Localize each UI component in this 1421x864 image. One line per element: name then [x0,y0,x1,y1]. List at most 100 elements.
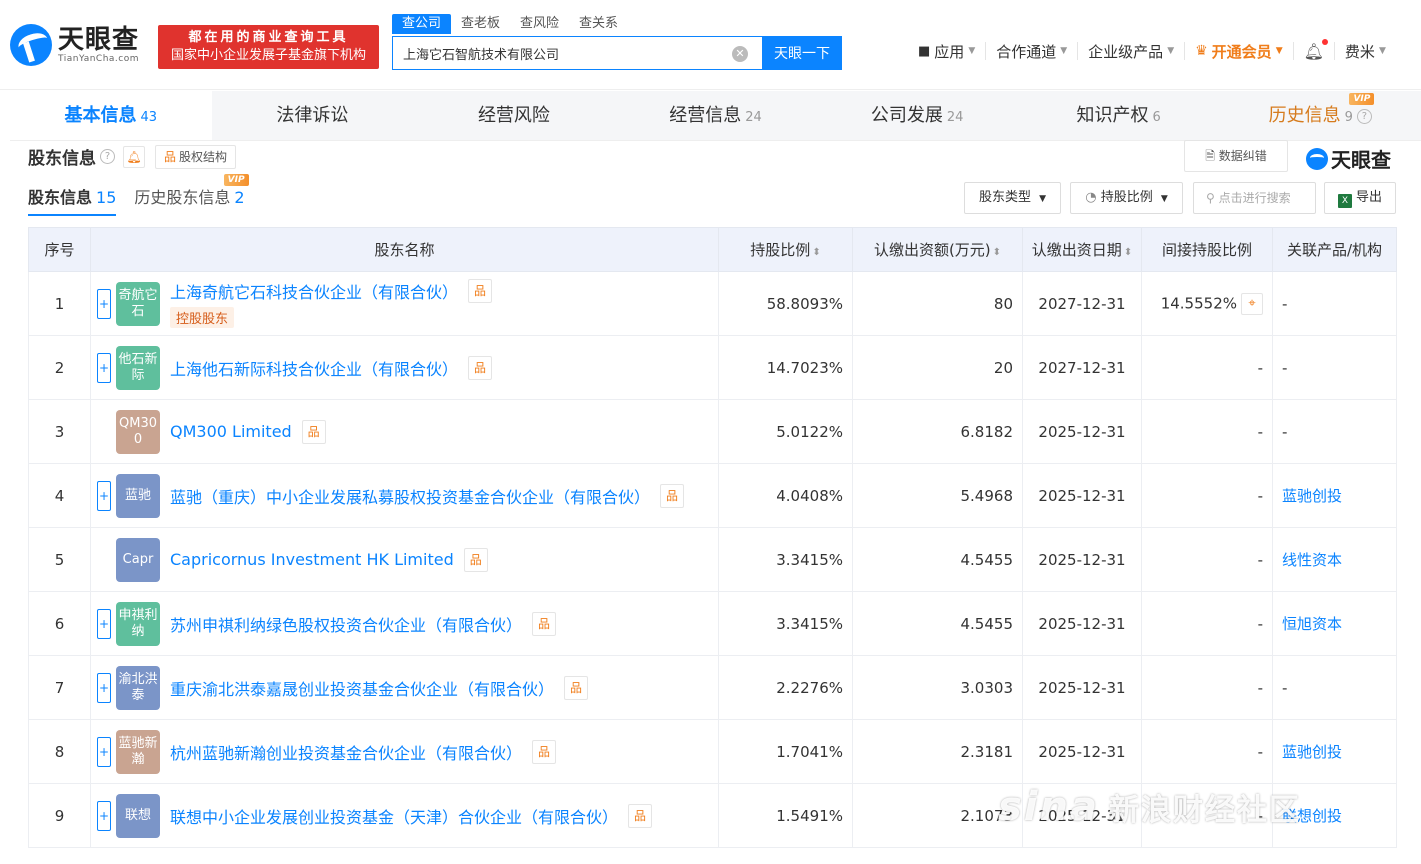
equity-structure-button[interactable]: 品股权结构 [155,144,237,169]
search-tab-relation[interactable]: 查关系 [569,14,628,34]
related-org-label[interactable]: 蓝驰创投 [1282,743,1342,761]
subtab-shareholders[interactable]: 股东信息 15 [28,184,117,216]
org-chart-icon[interactable]: 品 [532,739,557,764]
indirect-ratio: 14.5552% ⌖ [1141,271,1273,336]
org-chart-icon[interactable]: 品 [660,483,685,508]
col-ratio[interactable]: 持股比例 [718,227,853,272]
subtab-history-shareholders[interactable]: 历史股东信息 2 VIP [134,174,249,216]
nav-apps[interactable]: ■ 应用 ▼ [908,42,987,61]
notification-dot [1321,38,1328,45]
share-ratio: 3.3415% [718,591,853,656]
tab-count: 6 [1152,110,1161,125]
table-search-input[interactable]: ⚲ 点击进行搜索 [1193,182,1316,214]
vip-badge: VIP [1349,93,1375,105]
search-button[interactable]: 天眼一下 [762,36,842,70]
table-row: 3 + QM300 QM300 Limited 品 5.0122% 6.8182… [28,399,1397,464]
nav-cooperation[interactable]: 合作通道 ▼ [986,42,1079,61]
shareholder-table: 序号 股东名称 持股比例 认缴出资额(万元) 认缴出资日期 间接持股比例 关联产… [28,227,1397,848]
related-org[interactable]: 恒旭资本 [1272,591,1397,656]
search-input[interactable] [403,45,723,61]
expand-icon[interactable]: + [97,608,111,639]
org-chart-icon[interactable]: 品 [468,355,493,380]
export-button[interactable]: X 导出 [1324,182,1396,214]
tab-ip[interactable]: 知识产权 6 [1018,91,1220,140]
org-chart-icon[interactable]: 品 [301,419,326,444]
col-date[interactable]: 认缴出资日期 [1022,227,1142,272]
related-org[interactable]: 蓝驰创投 [1272,463,1397,528]
col-amount[interactable]: 认缴出资额(万元) [852,227,1023,272]
related-org[interactable]: 蓝驰创投 [1272,719,1397,784]
org-chart-icon[interactable]: 品 [468,279,493,303]
site-logo[interactable]: 天眼查 TianYanCha.com [10,24,139,66]
data-correction-button[interactable]: 🗎︎ 数据纠错 [1184,140,1288,172]
shareholder-name-link[interactable]: QM300 Limited [170,422,292,441]
table-row: 6 + 申祺利纳 苏州申祺利纳绿色股权投资合伙企业（有限合伙） 品 3.3415… [28,591,1397,656]
vip-badge: VIP [223,174,249,186]
search-tab-risk[interactable]: 查风险 [510,14,569,34]
nav-user[interactable]: 费米 ▼ [1335,42,1396,61]
indirect-ratio-value: - [1257,486,1263,505]
expand-icon[interactable]: + [97,672,111,703]
tab-count: 43 [140,110,158,125]
promo-banner[interactable]: 都在用的商业查询工具 国家中小企业发展子基金旗下机构 [158,25,379,69]
controlling-tag: 控股股东 [170,307,235,328]
nav-vip[interactable]: ♛ 开通会员 ▼ [1185,42,1294,61]
org-chart-icon: 品 [164,149,177,164]
shareholder-name-link[interactable]: 杭州蓝驰新瀚创业投资基金合伙企业（有限合伙） [170,740,522,764]
tab-operation-risk[interactable]: 经营风险 [413,91,615,140]
filter-label: 持股比例 [1100,190,1153,205]
shareholder-name-link[interactable]: Capricornus Investment HK Limited [170,550,454,569]
nav-notifications[interactable]: 🔔︎ [1294,38,1335,61]
expand-icon[interactable]: + [97,352,111,383]
target-icon[interactable]: ⌖ [1241,292,1263,315]
related-org-label[interactable]: 蓝驰创投 [1282,487,1342,505]
subscribed-amount: 2.1073 [852,783,1023,848]
expand-icon[interactable]: + [97,480,111,511]
shareholder-name-link[interactable]: 联想中小企业发展创业投资基金（天津）合伙企业（有限合伙） [170,804,618,828]
org-chart-icon[interactable]: 品 [564,675,589,700]
brand-text: 天眼查 [1331,148,1391,172]
share-ratio-filter[interactable]: ◔ 持股比例 ▼ [1070,182,1183,214]
shareholder-name-link[interactable]: 上海奇航它石科技合伙企业（有限合伙） [170,279,458,303]
promo-line-1: 都在用的商业查询工具 [188,30,349,45]
tab-history[interactable]: VIP 历史信息 9? [1219,91,1421,140]
related-org-label[interactable]: 线性资本 [1282,551,1342,569]
tab-basic-info[interactable]: 基本信息 43 [10,91,212,140]
tab-development[interactable]: 公司发展 24 [816,91,1018,140]
help-icon[interactable]: ? [1356,108,1372,124]
avatar: 蓝驰新瀚 [116,729,160,774]
data-correction-label: 数据纠错 [1218,149,1267,163]
help-icon[interactable]: ? [100,149,115,164]
shareholder-name-link[interactable]: 蓝驰（重庆）中小企业发展私募股权投资基金合伙企业（有限合伙） [170,484,650,508]
org-chart-icon[interactable]: 品 [463,547,488,572]
tab-operation-info[interactable]: 经营信息 24 [615,91,817,140]
share-ratio: 4.0408% [718,463,853,528]
search-tab-boss[interactable]: 查老板 [451,14,510,34]
share-ratio: 58.8093% [718,271,853,336]
org-chart-icon[interactable]: 品 [532,611,557,636]
related-org-label[interactable]: 恒旭资本 [1282,615,1342,633]
monitor-bell-icon[interactable]: 🔔︎ [123,145,145,168]
expand-icon: + [97,417,111,447]
share-ratio: 5.0122% [718,399,853,464]
org-chart-icon[interactable]: 品 [628,803,653,828]
search-tab-company[interactable]: 查公司 [392,14,452,34]
nav-enterprise[interactable]: 企业级产品 ▼ [1078,42,1186,61]
table-row: 5 + Capr Capricornus Investment HK Limit… [28,527,1397,592]
tab-legal[interactable]: 法律诉讼 [212,91,414,140]
shareholder-name-link[interactable]: 上海他石新际科技合伙企业（有限合伙） [170,356,458,380]
expand-icon[interactable]: + [97,288,111,319]
shareholder-name-link[interactable]: 苏州申祺利纳绿色股权投资合伙企业（有限合伙） [170,612,522,636]
shareholder-cell: + 他石新际 上海他石新际科技合伙企业（有限合伙） 品 [90,335,719,400]
related-org[interactable]: 线性资本 [1272,527,1397,592]
shareholder-cell: + 奇航它石 上海奇航它石科技合伙企业（有限合伙） 品 控股股东 [90,271,719,336]
row-index: 8 [28,719,91,784]
share-ratio: 14.7023% [718,335,853,400]
tab-label: 法律诉讼 [276,105,349,126]
expand-icon[interactable]: + [97,800,111,831]
expand-icon[interactable]: + [97,736,111,767]
shareholder-type-filter[interactable]: 股东类型 ▼ [964,182,1061,214]
table-row: 4 + 蓝驰 蓝驰（重庆）中小企业发展私募股权投资基金合伙企业（有限合伙） 品 … [28,463,1397,528]
clear-icon[interactable]: ✕ [732,46,748,62]
shareholder-name-link[interactable]: 重庆渝北洪泰嘉晟创业投资基金合伙企业（有限合伙） [170,676,554,700]
